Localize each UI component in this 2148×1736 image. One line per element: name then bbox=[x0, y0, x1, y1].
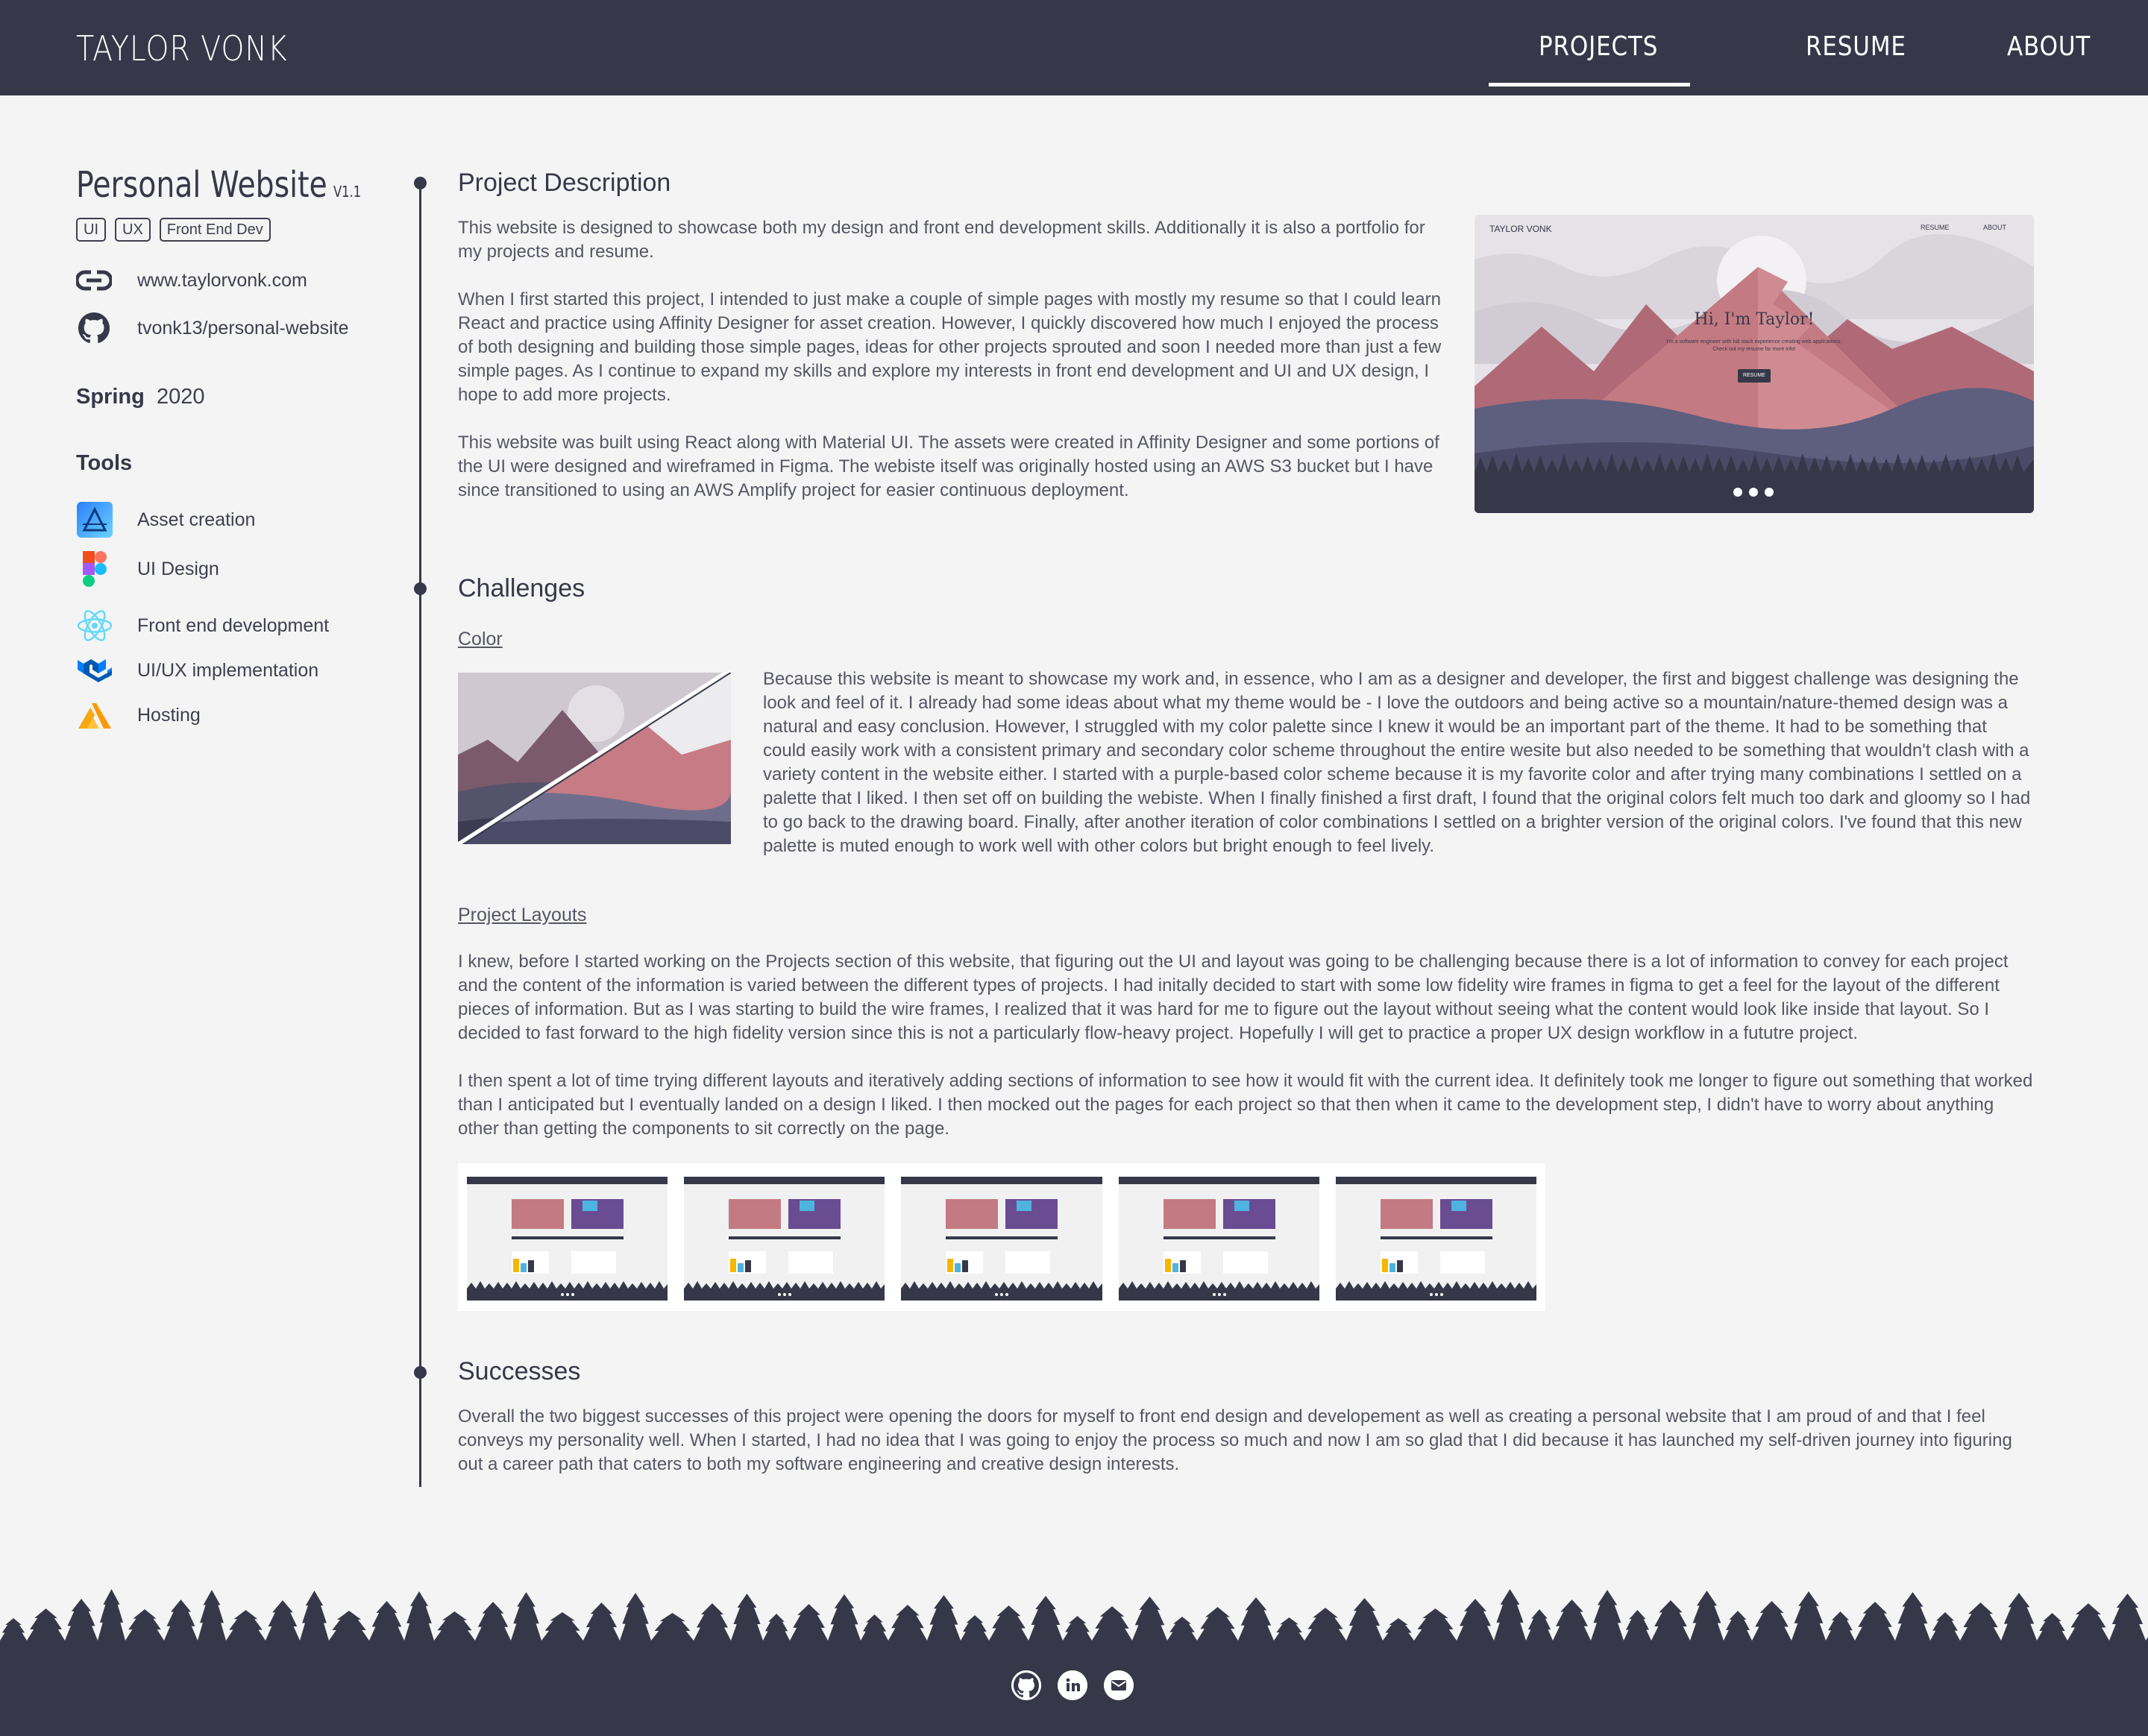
layout-mockup-thumbnail[interactable] bbox=[684, 1177, 885, 1301]
github-icon[interactable] bbox=[1011, 1670, 1041, 1700]
mountain-landscape-illustration bbox=[1475, 215, 2034, 513]
tag-front-end-dev: Front End Dev bbox=[159, 218, 271, 242]
project-links: www.taylorvonk.com tvonk13/personal-webs… bbox=[76, 262, 397, 346]
react-icon bbox=[76, 607, 113, 644]
layout-mockup-thumbnail[interactable] bbox=[901, 1177, 1102, 1301]
figma-icon bbox=[76, 550, 113, 588]
color-palette-comparison-illustration bbox=[458, 673, 731, 844]
tool-row-asset-creation: Asset creation bbox=[76, 501, 397, 538]
tool-label-ui-design: UI Design bbox=[137, 558, 219, 579]
tool-row-hosting: Hosting bbox=[76, 696, 397, 734]
layouts-subsection: Project Layouts bbox=[458, 905, 2032, 926]
term-season: Spring bbox=[76, 385, 145, 409]
project-tags: UI UX Front End Dev bbox=[76, 218, 397, 242]
layouts-paragraph-2: I then spent a lot of time trying differ… bbox=[458, 1071, 2033, 1139]
tool-row-uiux-impl: UI/UX implementation bbox=[76, 652, 397, 689]
section-successes: Successes bbox=[458, 1357, 2032, 1386]
timeline-dot-description bbox=[414, 177, 427, 189]
section-challenges: Challenges bbox=[458, 574, 2032, 603]
layout-mockup-thumbnail[interactable] bbox=[1335, 1177, 1537, 1301]
timeline-line bbox=[419, 182, 421, 1487]
successes-text-block: Overall the two biggest successes of thi… bbox=[458, 1405, 2033, 1476]
tools-heading: Tools bbox=[76, 451, 133, 475]
timeline-dot-challenges bbox=[414, 582, 427, 595]
color-comparison-image bbox=[458, 673, 731, 844]
layout-mockup-thumbnail[interactable] bbox=[467, 1177, 668, 1301]
nav-resume[interactable]: RESUME bbox=[1806, 31, 1906, 62]
layouts-text-block: I knew, before I started working on the … bbox=[458, 950, 2033, 1141]
preview-greeting: Hi, I'm Taylor! bbox=[1694, 310, 1815, 329]
github-icon bbox=[76, 310, 112, 346]
project-version: V1.1 bbox=[333, 183, 362, 201]
description-paragraph-3: This website was built using React along… bbox=[458, 433, 1439, 500]
aws-amplify-icon bbox=[76, 696, 113, 734]
color-subheading: Color bbox=[458, 629, 503, 650]
color-paragraph: Because this website is meant to showcas… bbox=[763, 669, 2031, 856]
link-icon bbox=[76, 262, 112, 298]
brand-logo[interactable]: TAYLOR VONK bbox=[76, 28, 288, 69]
github-link[interactable]: tvonk13/personal-website bbox=[76, 310, 397, 346]
material-ui-icon bbox=[76, 652, 113, 689]
description-paragraph-1: This website is designed to showcase bot… bbox=[458, 218, 1425, 262]
tool-label-hosting: Hosting bbox=[137, 704, 201, 726]
tool-label-asset-creation: Asset creation bbox=[137, 509, 256, 530]
project-title: Personal Website V1.1 bbox=[76, 164, 361, 206]
description-heading: Project Description bbox=[458, 169, 671, 197]
preview-nav-resume: RESUME bbox=[1921, 224, 1950, 231]
project-title-text: Personal Website bbox=[76, 164, 327, 206]
layouts-subheading: Project Layouts bbox=[458, 905, 587, 925]
section-description: Project Description bbox=[458, 169, 2032, 198]
tag-ui: UI bbox=[76, 218, 106, 242]
linkedin-icon[interactable] bbox=[1058, 1670, 1087, 1700]
pine-tree-silhouette bbox=[0, 1589, 2148, 1736]
affinity-designer-icon bbox=[76, 501, 113, 538]
project-sidebar: Personal Website V1.1 UI UX Front End Dev… bbox=[76, 164, 397, 734]
preview-brand: TAYLOR VONK bbox=[1489, 224, 1552, 234]
nav-active-indicator bbox=[1489, 83, 1690, 87]
color-subsection: Color bbox=[458, 629, 2032, 650]
tool-label-front-end: Front end development bbox=[137, 614, 330, 636]
tool-row-ui-design: UI Design bbox=[76, 550, 397, 588]
footer-forest bbox=[0, 1581, 2148, 1736]
successes-heading: Successes bbox=[458, 1357, 581, 1386]
tag-ux: UX bbox=[115, 218, 151, 242]
description-paragraph-2: When I first started this project, I int… bbox=[458, 289, 1442, 405]
tool-row-front-end: Front end development bbox=[76, 607, 397, 644]
project-term: Spring 2020 bbox=[76, 385, 397, 409]
nav-projects[interactable]: PROJECTS bbox=[1539, 31, 1658, 62]
github-link-text[interactable]: tvonk13/personal-website bbox=[137, 318, 349, 339]
layout-mockups-strip bbox=[458, 1163, 1545, 1311]
challenges-heading: Challenges bbox=[458, 574, 585, 603]
description-body: This website is designed to showcase bot… bbox=[458, 216, 1442, 503]
website-preview-image: TAYLOR VONK RESUME ABOUT Hi, I'm Taylor!… bbox=[1475, 215, 2034, 513]
layout-mockup-thumbnail[interactable] bbox=[1118, 1177, 1319, 1301]
timeline-dot-successes bbox=[414, 1366, 427, 1379]
layouts-paragraph-1: I knew, before I started working on the … bbox=[458, 952, 2009, 1043]
website-link-text[interactable]: www.taylorvonk.com bbox=[137, 270, 307, 292]
website-link[interactable]: www.taylorvonk.com bbox=[76, 262, 397, 298]
email-icon[interactable] bbox=[1104, 1670, 1134, 1700]
color-text-block: Because this website is meant to showcas… bbox=[763, 667, 2031, 858]
successes-paragraph: Overall the two biggest successes of thi… bbox=[458, 1406, 2012, 1474]
tool-label-uiux-impl: UI/UX implementation bbox=[137, 659, 319, 681]
preview-resume-button: RESUME bbox=[1738, 369, 1771, 383]
top-nav-bar: TAYLOR VONK PROJECTS RESUME ABOUT bbox=[0, 0, 2148, 95]
preview-nav-about: ABOUT bbox=[1983, 224, 2007, 231]
term-year: 2020 bbox=[156, 385, 205, 409]
nav-about[interactable]: ABOUT bbox=[2007, 31, 2091, 62]
preview-tagline: I'm a software engineer with full stack … bbox=[1666, 339, 1842, 352]
footer-social-links bbox=[1011, 1670, 1134, 1700]
